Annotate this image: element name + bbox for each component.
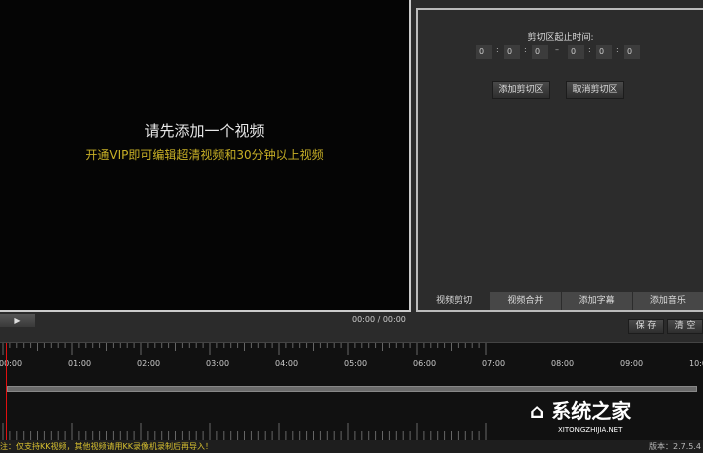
- timeline-label: 05:00: [344, 359, 368, 368]
- play-button[interactable]: ▶: [0, 314, 35, 327]
- add-video-prompt: 请先添加一个视频: [144, 122, 265, 140]
- end-minute-input[interactable]: 0: [596, 45, 612, 59]
- video-track[interactable]: [7, 386, 697, 392]
- end-hour-input[interactable]: 0: [568, 45, 584, 59]
- end-second-input[interactable]: 0: [624, 45, 640, 59]
- timeline-label: 06:00: [413, 359, 437, 368]
- video-preview: 请先添加一个视频 开通VIP即可编辑超清视频和30分钟以上视频: [0, 0, 411, 312]
- timeline-label: 04:00: [275, 359, 299, 368]
- playhead[interactable]: [6, 343, 7, 441]
- timeline-label: 10:00: [689, 359, 703, 368]
- separator: :: [588, 45, 591, 54]
- cut-range-label: 剪切区起止时间:: [527, 33, 594, 43]
- vip-note[interactable]: 开通VIP即可编辑超清视频和30分钟以上视频: [0, 146, 409, 163]
- start-second-input[interactable]: 0: [532, 45, 548, 59]
- clear-button[interactable]: 清 空: [667, 319, 703, 334]
- timeline-label: 03:00: [206, 359, 230, 368]
- separator: :: [524, 45, 527, 54]
- range-dash: –: [555, 45, 559, 54]
- tab-add-subtitle[interactable]: 添加字幕: [560, 292, 632, 310]
- tab-add-music[interactable]: 添加音乐: [631, 292, 703, 310]
- timeline-label: 08:00: [551, 359, 575, 368]
- add-cut-button[interactable]: 添加剪切区: [492, 81, 550, 99]
- separator: :: [496, 45, 499, 54]
- start-minute-input[interactable]: 0: [504, 45, 520, 59]
- timeline-label: 00:00: [0, 359, 23, 368]
- cut-panel: 剪切区起止时间: 0 : 0 : 0 – 0 : 0 : 0 添加剪切区 取消剪…: [416, 8, 703, 312]
- tab-video-cut[interactable]: 视频剪切: [418, 292, 490, 310]
- save-button[interactable]: 保 存: [628, 319, 664, 334]
- support-note: 注：仅支持KK视频，其他视频请用KK录像机录制后再导入！: [0, 442, 213, 451]
- separator: :: [616, 45, 619, 54]
- status-bar: 注：仅支持KK视频，其他视频请用KK录像机录制后再导入！ 版本：2.7.5.4: [0, 440, 703, 453]
- control-bar: ▶ 00:00 / 00:00 保 存 清 空: [0, 312, 703, 342]
- start-hour-input[interactable]: 0: [476, 45, 492, 59]
- tab-video-merge[interactable]: 视频合并: [489, 292, 561, 310]
- timeline-label: 09:00: [620, 359, 644, 368]
- timeline-label: 07:00: [482, 359, 506, 368]
- cancel-cut-button[interactable]: 取消剪切区: [566, 81, 624, 99]
- timeline-label: 02:00: [137, 359, 161, 368]
- timeline-label: 01:00: [68, 359, 92, 368]
- version-label: 版本：2.7.5.4: [649, 442, 701, 451]
- watermark-logo: ⌂ 系统之家 XITONGZHIJIA.NET: [530, 399, 632, 434]
- play-icon: ▶: [14, 316, 21, 325]
- time-display: 00:00 / 00:00: [352, 315, 406, 324]
